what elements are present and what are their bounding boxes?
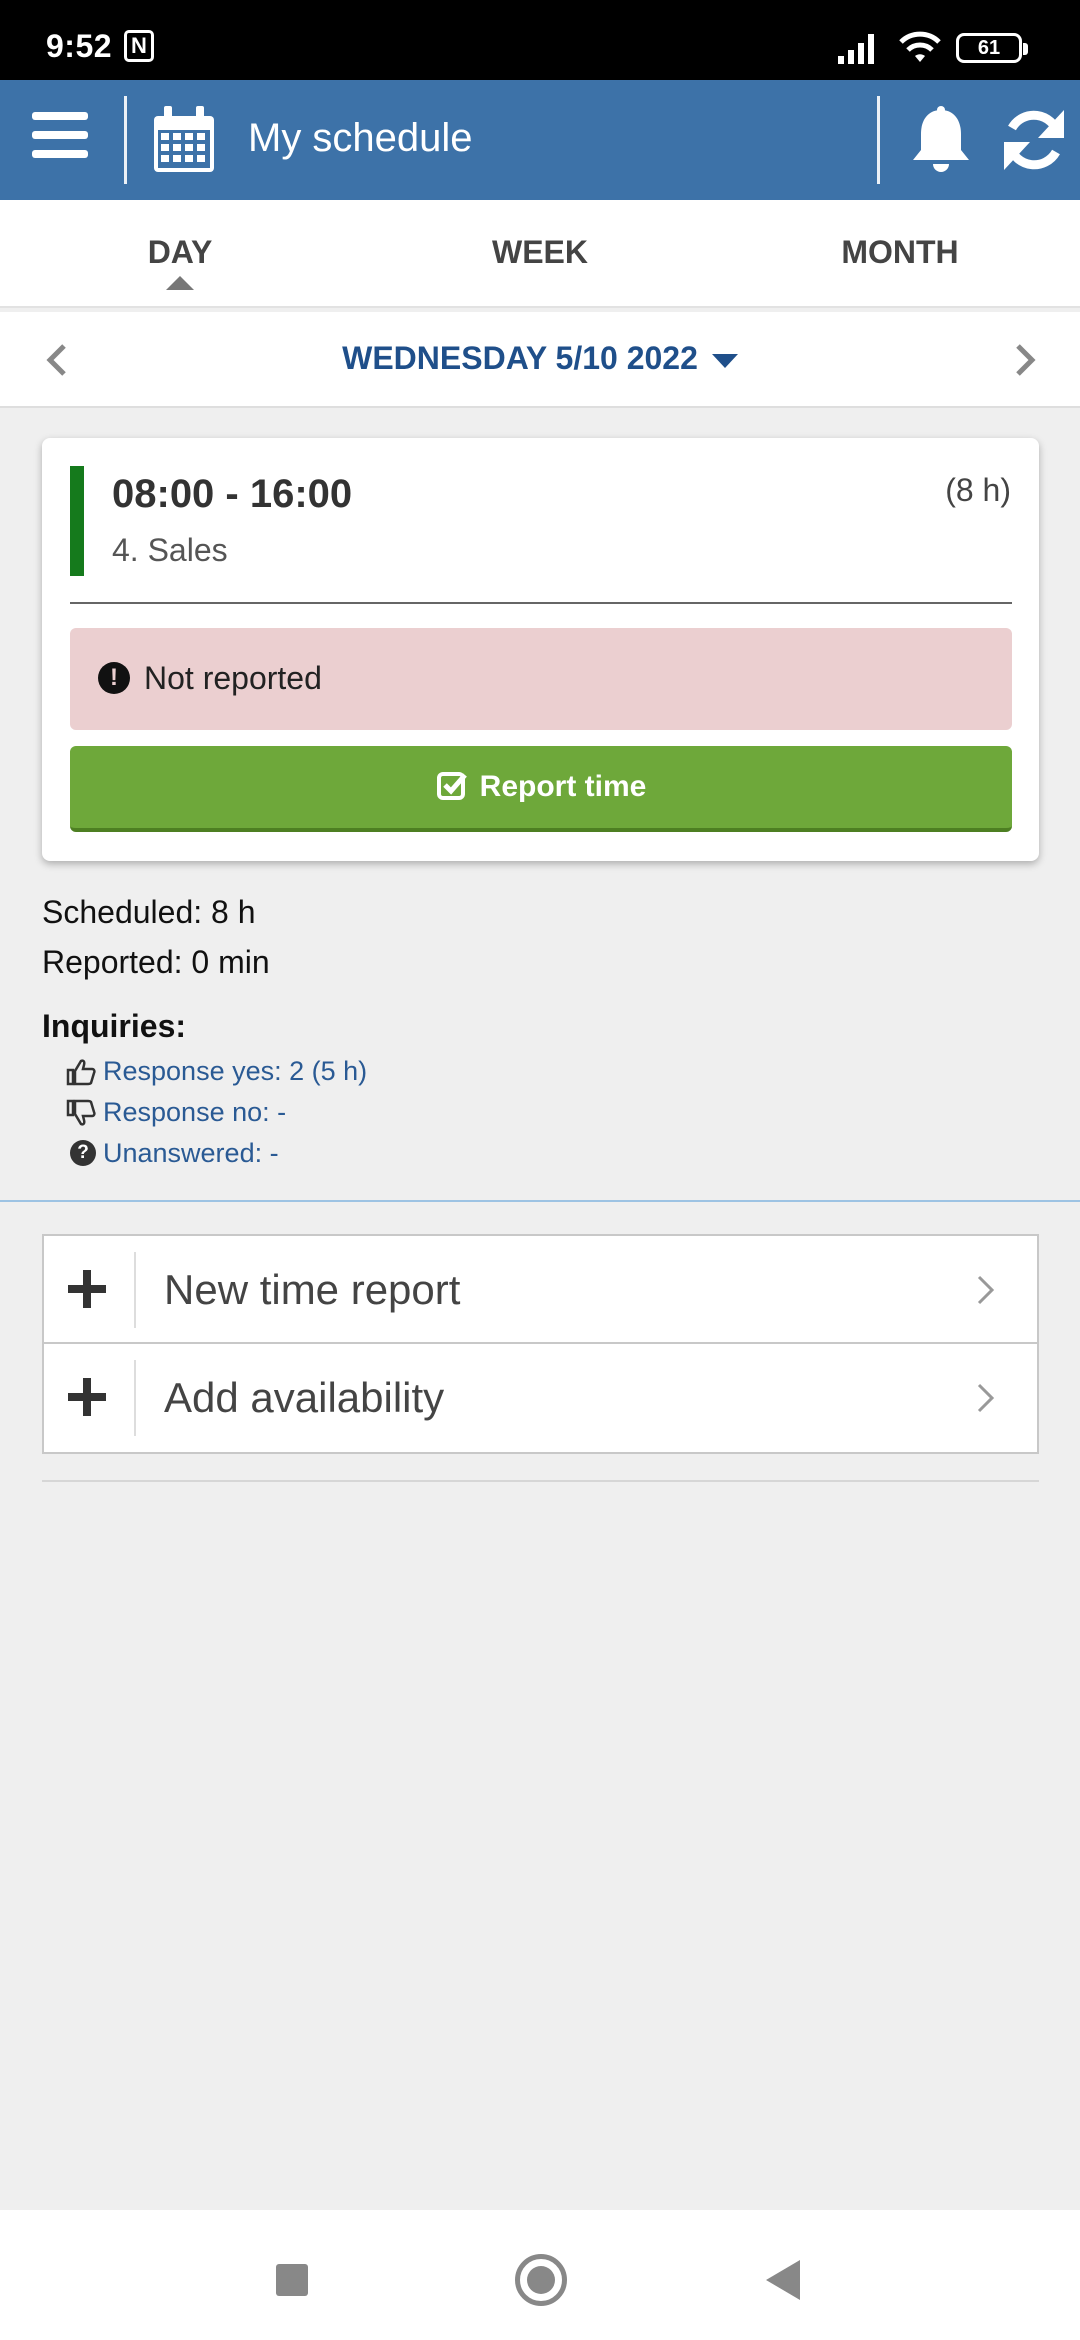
shift-time-range: 08:00 - 16:00 [112,472,353,516]
chevron-right-icon [977,1383,995,1413]
inquiry-unanswered-text: Unanswered: - [103,1138,279,1168]
checkbox-edit-icon [436,772,467,801]
chevron-right-icon [977,1275,995,1305]
system-navigation-bar [0,2210,1080,2340]
battery-icon: 61 [956,33,1028,63]
report-time-button[interactable]: Report time [70,746,1012,832]
back-icon[interactable] [766,2260,800,2300]
signal-icon [838,34,874,64]
view-tabs: DAY WEEK MONTH [0,200,1080,308]
shift-card[interactable]: 08:00 - 16:00 (8 h) 4. Sales ! Not repor… [42,438,1039,861]
row-separator [134,1360,136,1436]
question-circle-icon: ? [70,1140,96,1166]
tab-month[interactable]: MONTH [780,234,1020,271]
list-bottom-divider [42,1480,1039,1482]
add-availability-button[interactable]: Add availability [44,1344,1037,1452]
page-title: My schedule [248,116,473,160]
new-time-report-label: New time report [164,1266,461,1313]
plus-icon [68,1378,106,1416]
new-time-report-button[interactable]: New time report [44,1236,1037,1344]
next-day-icon[interactable] [1006,342,1042,378]
app-header: My schedule [0,80,1080,200]
card-divider [70,602,1012,604]
date-picker[interactable]: WEDNESDAY 5/10 2022 [0,340,1080,377]
inquiry-yes-text: Response yes: 2 (5 h) [103,1056,368,1086]
inquiries-heading: Inquiries: [42,1008,187,1044]
refresh-icon[interactable] [998,104,1070,176]
nfc-icon: N [124,30,154,62]
home-icon[interactable] [515,2254,567,2306]
tab-week[interactable]: WEEK [420,234,660,271]
recent-apps-icon[interactable] [276,2264,308,2296]
report-time-label: Report time [479,770,647,803]
shift-duration: (8 h) [945,472,1011,508]
status-time: 9:52 [46,28,113,64]
date-navigator: WEDNESDAY 5/10 2022 [0,312,1080,408]
bell-icon[interactable] [910,106,972,176]
scheduled-summary: Scheduled: 8 h [42,894,256,930]
tab-day[interactable]: DAY [60,234,300,271]
header-divider [877,96,880,184]
plus-icon [68,1270,106,1308]
row-separator [134,1252,136,1328]
wifi-icon [899,31,941,62]
date-label: WEDNESDAY 5/10 2022 [342,340,698,376]
hamburger-menu-icon[interactable] [32,112,88,168]
exclamation-circle-icon: ! [98,662,130,694]
status-bar: 9:52 N 61 [0,0,1080,80]
shift-color-bar [70,466,84,576]
reported-summary: Reported: 0 min [42,944,270,980]
shift-department: 4. Sales [112,532,228,568]
calendar-icon [154,106,214,172]
section-divider [0,1200,1080,1202]
header-divider [124,96,127,184]
thumbs-down-icon [66,1099,96,1126]
dropdown-caret-icon [711,353,738,368]
inquiry-no-text: Response no: - [103,1097,287,1127]
thumbs-up-icon [66,1059,96,1086]
active-tab-indicator [166,276,194,290]
action-list: New time report Add availability [42,1234,1039,1454]
add-availability-label: Add availability [164,1374,445,1421]
report-status-alert: ! Not reported [70,628,1012,730]
report-status-text: Not reported [144,660,322,696]
